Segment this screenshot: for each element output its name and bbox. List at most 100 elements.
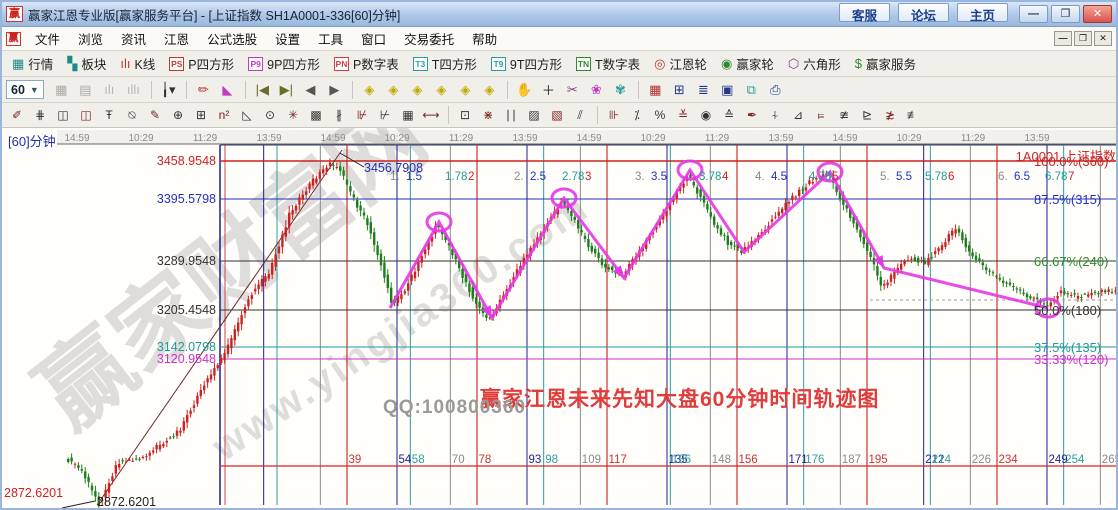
- t-line-tool-icon[interactable]: Ŧ: [98, 106, 120, 125]
- menu-item[interactable]: 窗口: [352, 26, 395, 51]
- restore-button[interactable]: ❐: [1051, 5, 1080, 23]
- child-close-button[interactable]: ✕: [1094, 31, 1112, 46]
- toolbar-winner-wheel-button[interactable]: ◉赢家轮: [715, 51, 780, 76]
- report-view-icon[interactable]: ▤: [74, 80, 97, 100]
- menu-item[interactable]: 江恩: [155, 26, 198, 51]
- export-tool-icon[interactable]: ⧉: [740, 80, 763, 100]
- menu-item[interactable]: 资讯: [112, 26, 155, 51]
- j-angle-tool-icon[interactable]: ⫢: [810, 106, 832, 125]
- notebook-tool-icon[interactable]: ≣: [692, 80, 715, 100]
- quick-button-3[interactable]: 主页: [957, 3, 1008, 22]
- toolbar-p-number-button[interactable]: PNP数字表: [328, 51, 405, 76]
- save-tool-icon[interactable]: ▣: [716, 80, 739, 100]
- percent-slash-tool-icon[interactable]: ⁒: [626, 106, 648, 125]
- step-forward-icon[interactable]: ▶: [323, 80, 346, 100]
- toolbar-p-square-button[interactable]: PSP四方形: [163, 51, 240, 76]
- diamond-right-icon[interactable]: ◈: [382, 80, 405, 100]
- diamond-hmove-icon[interactable]: ◈: [406, 80, 429, 100]
- minimize-button[interactable]: —: [1019, 5, 1048, 23]
- gold-grid-tool-icon[interactable]: ◫: [52, 106, 74, 125]
- pattern-view-icon[interactable]: ▦: [50, 80, 73, 100]
- target-tool-icon[interactable]: ⊕: [167, 106, 189, 125]
- diamond-expand-all-icon[interactable]: ◈: [478, 80, 501, 100]
- box-hatch-tool-icon[interactable]: ▨: [523, 106, 545, 125]
- chart-canvas[interactable]: 14:5910:2911:2913:5914:5910:2911:2913:59…: [2, 128, 1118, 510]
- hash2-tool-icon[interactable]: ⊞: [190, 106, 212, 125]
- spiral-tool-icon[interactable]: ⍉: [121, 106, 143, 125]
- a-frame-tool-icon[interactable]: ⍭: [764, 106, 786, 125]
- bars-large-icon[interactable]: ıllı: [122, 80, 145, 100]
- scissors-tool-icon[interactable]: ✂: [561, 80, 584, 100]
- menu-item[interactable]: 文件: [26, 26, 69, 51]
- vline-tool-icon[interactable]: ∣∣: [500, 106, 522, 125]
- hand-tool-icon[interactable]: ✋: [513, 80, 536, 100]
- bars-small-icon[interactable]: ılı: [98, 80, 121, 100]
- toolbar-t-number-button[interactable]: TNT数字表: [570, 51, 646, 76]
- calendar-tool-icon[interactable]: ▦: [644, 80, 667, 100]
- gann-brush-icon[interactable]: ✏: [192, 80, 215, 100]
- color-bars-icon[interactable]: ◣: [216, 80, 239, 100]
- pencil-tool-icon[interactable]: ✎: [144, 106, 166, 125]
- title-bar[interactable]: 赢 赢家江恩专业版[赢家服务平台] - [上证指数 SH1A0001-336[6…: [2, 2, 1116, 27]
- brain-tool-icon[interactable]: ✾: [609, 80, 632, 100]
- grid-123-tool-icon[interactable]: ▦: [397, 106, 419, 125]
- x-angle-tool-icon[interactable]: ≵: [879, 106, 901, 125]
- print-tool-icon[interactable]: ⎙: [764, 80, 787, 100]
- compass-tool-icon[interactable]: ⊙: [259, 106, 281, 125]
- menu-item[interactable]: 工具: [309, 26, 352, 51]
- candle-style-icon[interactable]: ╽▾: [157, 80, 180, 100]
- menu-item[interactable]: 帮助: [463, 26, 506, 51]
- crosshair-tool-icon[interactable]: ＋: [537, 80, 560, 100]
- slashes-tool-icon[interactable]: ⫽: [569, 106, 591, 125]
- menu-item[interactable]: 浏览: [69, 26, 112, 51]
- quick-button-2[interactable]: 论坛: [898, 3, 949, 22]
- toolbar-kline-button[interactable]: ılıK线: [114, 51, 161, 76]
- f-angle-tool-icon[interactable]: ≇: [833, 106, 855, 125]
- toolbar-winner-service-button[interactable]: $赢家服务: [849, 51, 922, 76]
- gold2-tool-icon[interactable]: ⊿: [787, 106, 809, 125]
- diamond-compress-icon[interactable]: ◈: [430, 80, 453, 100]
- stats-tool-icon[interactable]: ⊪: [603, 106, 625, 125]
- s-angle-tool-icon[interactable]: ⊵: [856, 106, 878, 125]
- grid-a-tool-icon[interactable]: ⊮: [351, 106, 373, 125]
- box-net-tool-icon[interactable]: ▧: [546, 106, 568, 125]
- red-grid-tool-icon[interactable]: ▩: [305, 106, 327, 125]
- toolbar-sectors-button[interactable]: ▚板块: [61, 51, 112, 76]
- z-angle-tool-icon[interactable]: ≢: [902, 106, 924, 125]
- ink-tool-icon[interactable]: ✒: [741, 106, 763, 125]
- toolbar-hexagon-button[interactable]: ⬡六角形: [782, 51, 847, 76]
- pause-tool-icon[interactable]: ∦: [328, 106, 350, 125]
- star-tool-icon[interactable]: ✳: [282, 106, 304, 125]
- toolbar-quotes-button[interactable]: ▦行情: [6, 51, 59, 76]
- gold-line-tool-icon[interactable]: ≙: [718, 106, 740, 125]
- child-restore-button[interactable]: ❐: [1074, 31, 1092, 46]
- percent-line-tool-icon[interactable]: ≚: [672, 106, 694, 125]
- angle-ruler-tool-icon[interactable]: ◺: [236, 106, 258, 125]
- quick-button-1[interactable]: 客服: [839, 3, 890, 22]
- rays-tool-icon[interactable]: ⋇: [477, 106, 499, 125]
- menu-item[interactable]: 交易委托: [395, 26, 463, 51]
- percent-tool-icon[interactable]: %: [649, 106, 671, 125]
- menu-item[interactable]: 设置: [266, 26, 309, 51]
- gold-grid2-tool-icon[interactable]: ◫: [75, 106, 97, 125]
- last-bar-icon[interactable]: ▶|: [275, 80, 298, 100]
- close-button[interactable]: ✕: [1083, 5, 1112, 23]
- step-back-icon[interactable]: ◀: [299, 80, 322, 100]
- calculator-tool-icon[interactable]: ⊞: [668, 80, 691, 100]
- diamond-left-icon[interactable]: ◈: [358, 80, 381, 100]
- n2-square-tool-icon[interactable]: n²: [213, 106, 235, 125]
- hash-grid-tool-icon[interactable]: ⋕: [29, 106, 51, 125]
- toolbar-gann-wheel-button[interactable]: ◎江恩轮: [648, 51, 713, 76]
- gold-circle-tool-icon[interactable]: ◉: [695, 106, 717, 125]
- flower-tool-icon[interactable]: ❀: [585, 80, 608, 100]
- toolbar-t-square-button[interactable]: T3T四方形: [407, 51, 483, 76]
- period-combo[interactable]: 60▼: [6, 80, 44, 99]
- grid-b-tool-icon[interactable]: ⊬: [374, 106, 396, 125]
- toolbar-9p-square-button[interactable]: P99P四方形: [242, 51, 326, 76]
- hspan-tool-icon[interactable]: ⟷: [420, 106, 442, 125]
- first-bar-icon[interactable]: |◀: [251, 80, 274, 100]
- pen-tool-icon[interactable]: ✐: [6, 106, 28, 125]
- diamond-expand-icon[interactable]: ◈: [454, 80, 477, 100]
- child-minimize-button[interactable]: —: [1054, 31, 1072, 46]
- toolbar-9t-square-button[interactable]: T99T四方形: [485, 51, 568, 76]
